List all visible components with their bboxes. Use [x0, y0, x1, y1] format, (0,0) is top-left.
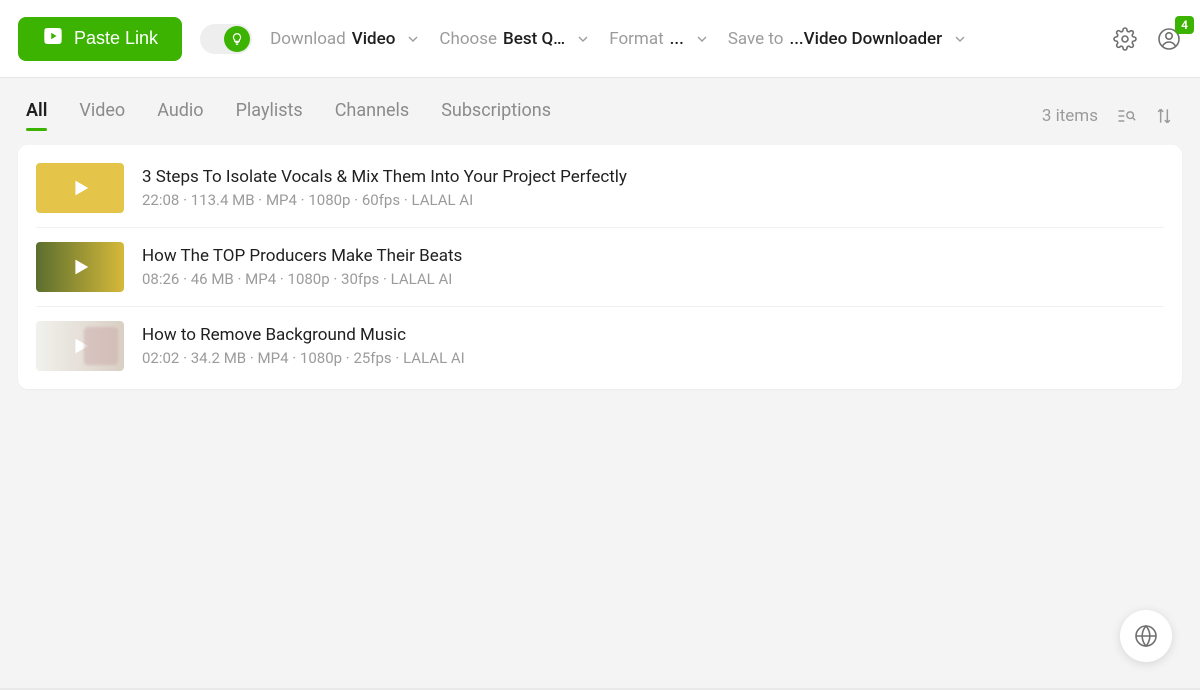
list-search-icon — [1116, 106, 1136, 126]
lightbulb-icon — [224, 26, 250, 52]
tab-video[interactable]: Video — [79, 100, 125, 131]
saveto-value: ...Video Downloader — [789, 29, 942, 49]
format-label: Format — [609, 29, 663, 49]
saveto-label: Save to — [728, 29, 784, 49]
item-title: 3 Steps To Isolate Vocals & Mix Them Int… — [142, 167, 627, 187]
downloads-list: 3 Steps To Isolate Vocals & Mix Them Int… — [18, 145, 1182, 389]
save-to-dropdown[interactable]: Save to ...Video Downloader — [728, 29, 968, 49]
tab-audio[interactable]: Audio — [157, 100, 203, 131]
download-type-dropdown[interactable]: Download Video — [270, 29, 421, 49]
list-item[interactable]: How The TOP Producers Make Their Beats 0… — [36, 228, 1164, 307]
format-value: ... — [670, 29, 684, 49]
notification-count: 4 — [1175, 16, 1194, 34]
account-button[interactable]: 4 — [1156, 26, 1182, 52]
list-item[interactable]: How to Remove Background Music 02:02 · 3… — [36, 307, 1164, 385]
language-button[interactable] — [1120, 610, 1172, 662]
choose-value: Best Q… — [503, 29, 565, 49]
chevron-down-icon — [694, 31, 710, 47]
smart-mode-toggle[interactable] — [200, 24, 252, 54]
tab-subscriptions[interactable]: Subscriptions — [441, 100, 551, 131]
item-title: How to Remove Background Music — [142, 325, 465, 345]
youtube-icon — [42, 28, 64, 49]
item-count: 3 items — [1042, 106, 1098, 126]
chevron-down-icon — [575, 31, 591, 47]
paste-link-label: Paste Link — [74, 28, 158, 49]
paste-link-button[interactable]: Paste Link — [18, 17, 182, 61]
filter-tabs: All Video Audio Playlists Channels Subsc… — [0, 78, 1200, 145]
toolbar: Paste Link Download Video Choose Best Q…… — [0, 0, 1200, 78]
tab-playlists[interactable]: Playlists — [236, 100, 303, 131]
list-item[interactable]: 3 Steps To Isolate Vocals & Mix Them Int… — [36, 149, 1164, 228]
download-label: Download — [270, 29, 346, 49]
sort-icon — [1154, 106, 1174, 126]
tab-all[interactable]: All — [26, 100, 47, 131]
search-list-button[interactable] — [1116, 106, 1136, 126]
item-title: How The TOP Producers Make Their Beats — [142, 246, 462, 266]
thumbnail — [36, 242, 124, 292]
thumbnail — [36, 321, 124, 371]
choose-label: Choose — [439, 29, 497, 49]
item-metadata: 08:26 · 46 MB · MP4 · 1080p · 30fps · LA… — [142, 270, 462, 288]
settings-button[interactable] — [1112, 26, 1138, 52]
tab-channels[interactable]: Channels — [335, 100, 410, 131]
play-overlay-icon — [36, 242, 124, 292]
sort-button[interactable] — [1154, 106, 1174, 126]
globe-icon — [1134, 624, 1158, 648]
quality-dropdown[interactable]: Choose Best Q… — [439, 29, 591, 49]
format-dropdown[interactable]: Format ... — [609, 29, 710, 49]
download-value: Video — [352, 29, 396, 49]
play-overlay-icon — [36, 321, 124, 371]
item-metadata: 22:08 · 113.4 MB · MP4 · 1080p · 60fps ·… — [142, 191, 627, 209]
item-metadata: 02:02 · 34.2 MB · MP4 · 1080p · 25fps · … — [142, 349, 465, 367]
play-overlay-icon — [36, 163, 124, 213]
thumbnail — [36, 163, 124, 213]
gear-icon — [1113, 27, 1137, 51]
chevron-down-icon — [405, 31, 421, 47]
chevron-down-icon — [952, 31, 968, 47]
